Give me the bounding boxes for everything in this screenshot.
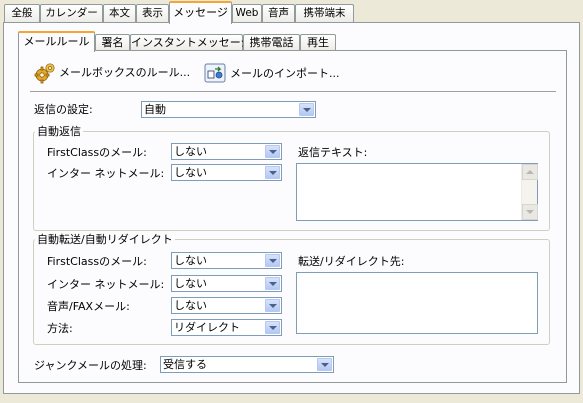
tab-label: カレンダー xyxy=(45,7,98,19)
tab-web[interactable]: Web xyxy=(232,4,262,23)
chevron-down-icon[interactable] xyxy=(317,358,332,371)
tab-label: メールルール xyxy=(23,35,90,48)
forward-voice-fax-select[interactable]: しない xyxy=(171,297,282,314)
tab-label: 署名 xyxy=(101,36,124,49)
forward-method-select[interactable]: リダイレクト xyxy=(171,319,282,336)
import-rules-button[interactable]: メールのインポート... xyxy=(204,63,340,83)
tab-signature[interactable]: 署名 xyxy=(95,34,130,51)
forward-internet-label: インター ネットメール: xyxy=(47,278,165,291)
tab-general[interactable]: 全般 xyxy=(4,4,40,23)
tab-label: 本文 xyxy=(109,7,130,19)
tab-label: 携帯端末 xyxy=(303,7,346,19)
auto-reply-internet-select[interactable]: しない xyxy=(171,164,282,181)
import-rules-label: メールのインポート... xyxy=(230,67,340,80)
auto-reply-firstclass-value: しない xyxy=(174,145,207,158)
junk-mail-value: 受信する xyxy=(163,358,207,371)
forward-method-label: 方法: xyxy=(47,322,73,335)
toolbar-divider xyxy=(30,91,556,92)
gear-rules-icon xyxy=(33,61,55,84)
forward-firstclass-label: FirstClassのメール: xyxy=(47,255,147,268)
tab-mail-rules[interactable]: メールルール xyxy=(18,31,95,52)
tab-label: Web xyxy=(235,7,259,19)
reply-settings-select[interactable]: 自動 xyxy=(141,101,316,118)
chevron-down-icon[interactable] xyxy=(265,166,280,179)
junk-mail-select[interactable]: 受信する xyxy=(160,356,334,373)
reply-text-label: 返信テキスト: xyxy=(298,146,368,159)
tab-label: 音声 xyxy=(268,7,289,19)
tab-label: インスタントメッセージ xyxy=(131,36,252,49)
chevron-down-icon[interactable] xyxy=(265,277,280,290)
reply-text-area[interactable] xyxy=(296,163,538,221)
scroll-down-icon[interactable] xyxy=(522,204,538,220)
tab-label: 全般 xyxy=(11,7,33,19)
auto-reply-firstclass-select[interactable]: しない xyxy=(171,143,282,160)
forward-voice-fax-label: 音声/FAXメール: xyxy=(47,300,130,313)
reply-text-scrollbar[interactable] xyxy=(521,164,538,220)
forward-destination-label: 転送/リダイレクト先: xyxy=(298,255,405,268)
forward-destination-area[interactable] xyxy=(296,272,538,334)
chevron-down-icon[interactable] xyxy=(265,299,280,312)
scroll-up-icon[interactable] xyxy=(522,164,538,180)
auto-reply-internet-label: インター ネットメール: xyxy=(47,167,165,180)
mailbox-rules-button[interactable]: メールボックスのルール... xyxy=(33,61,191,84)
forward-internet-select[interactable]: しない xyxy=(171,275,282,292)
tab-message[interactable]: メッセージ xyxy=(169,1,232,24)
auto-reply-title: 自動返信 xyxy=(35,125,83,138)
tab-playback[interactable]: 再生 xyxy=(300,34,336,51)
chevron-down-icon[interactable] xyxy=(265,254,280,267)
forward-firstclass-select[interactable]: しない xyxy=(171,252,282,269)
tab-label: 携帯電話 xyxy=(249,36,294,49)
auto-reply-firstclass-label: FirstClassのメール: xyxy=(47,146,147,159)
tab-label: 表示 xyxy=(142,7,163,19)
tab-display[interactable]: 表示 xyxy=(136,4,169,23)
forward-internet-value: しない xyxy=(174,277,207,290)
forward-title: 自動転送/自動リダイレクト xyxy=(35,233,175,246)
tab-instant-message[interactable]: インスタントメッセージ xyxy=(130,34,252,51)
mailbox-rules-label: メールボックスのルール... xyxy=(59,66,191,79)
tab-label: メッセージ xyxy=(173,6,228,19)
tab-label: 再生 xyxy=(307,36,329,49)
chevron-down-icon[interactable] xyxy=(265,145,280,158)
tab-mobile-phone[interactable]: 携帯電話 xyxy=(243,34,300,51)
forward-voice-fax-value: しない xyxy=(174,299,207,312)
chevron-down-icon[interactable] xyxy=(299,103,314,116)
forward-method-value: リダイレクト xyxy=(174,321,240,334)
junk-mail-label: ジャンクメールの処理: xyxy=(34,359,147,372)
tab-calendar[interactable]: カレンダー xyxy=(40,4,103,23)
import-icon xyxy=(204,63,226,83)
reply-settings-label: 返信の設定: xyxy=(34,103,93,116)
chevron-down-icon[interactable] xyxy=(265,321,280,334)
tab-mobile[interactable]: 携帯端末 xyxy=(295,4,354,23)
auto-reply-internet-value: しない xyxy=(174,166,207,179)
forward-firstclass-value: しない xyxy=(174,254,207,267)
reply-settings-value: 自動 xyxy=(144,103,166,116)
tab-voice[interactable]: 音声 xyxy=(262,4,295,23)
tab-body[interactable]: 本文 xyxy=(103,4,136,23)
